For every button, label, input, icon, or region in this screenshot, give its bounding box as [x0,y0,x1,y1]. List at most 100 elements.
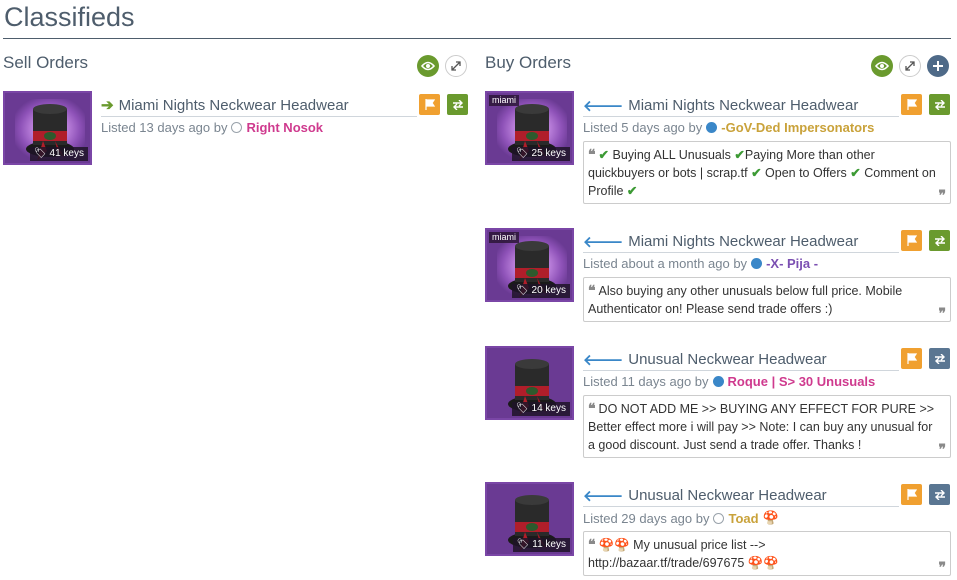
arrow-left-icon: 🡐 [583,352,624,369]
flag-icon [906,353,917,364]
flag-icon [424,99,435,110]
expand-icon [451,61,461,71]
toggle-visibility-buy-button[interactable] [871,55,893,77]
price-tag: 🏷 14 keys [511,402,570,416]
report-button[interactable] [901,94,922,115]
listing-message: ❝ Also buying any other unusuals below fu… [583,277,951,322]
online-status-icon [751,258,763,269]
quote-close-icon: ❞ [938,188,946,204]
listing-divider [583,252,899,253]
eye-icon [875,61,889,71]
add-buy-order-button[interactable] [927,55,949,77]
toggle-visibility-sell-button[interactable] [417,55,439,77]
online-status-icon [712,376,724,387]
trade-button[interactable] [929,484,950,505]
trade-button[interactable] [447,94,468,115]
arrow-left-icon: 🡐 [583,488,624,505]
quote-open-icon: ❝ [588,401,596,417]
listing-title[interactable]: 🡐 Miami Nights Neckwear Headwear [583,96,858,115]
effect-tag: miami [489,232,519,243]
listing-meta: Listed 29 days ago by Toad 🍄 [583,510,779,526]
user-link[interactable]: Toad [728,511,758,526]
check-icon: ✔ [751,166,762,180]
trade-button[interactable] [929,94,950,115]
listing-meta: Listed about a month ago by -X- Pija - [583,256,819,271]
item-thumbnail[interactable]: 🏷 11 keys [485,482,574,556]
listing-message: ❝ ✔ Buying ALL Unusuals ✔Paying More than… [583,141,951,204]
offline-status-icon [713,512,725,524]
exchange-icon [934,99,945,110]
item-thumbnail[interactable]: 🏷 14 keys [485,346,574,420]
trade-button[interactable] [929,230,950,251]
arrow-left-icon: 🡐 [583,234,624,251]
report-button[interactable] [901,230,922,251]
listing-title[interactable]: ➔ Miami Nights Neckwear Headwear [101,96,349,115]
flag-icon [906,99,917,110]
expand-icon [905,61,915,71]
tag-icon: 🏷 [515,148,529,159]
trade-button[interactable] [929,348,950,369]
exchange-icon [934,353,945,364]
check-icon: ✔ [850,166,861,180]
price-tag: 🏷 25 keys [511,147,570,161]
tag-icon: 🏷 [33,148,47,159]
listing-meta: Listed 5 days ago by -GoV-Ded Impersonat… [583,120,875,135]
plus-icon [933,61,943,71]
tag-icon: 🏷 [515,403,529,414]
user-link[interactable]: -GoV-Ded Impersonators [721,120,874,135]
item-thumbnail[interactable]: 🏷 41 keys [3,91,92,165]
exchange-icon [452,99,463,110]
buy-orders-title: Buy Orders [485,53,571,72]
quote-close-icon: ❞ [938,560,946,576]
listing-meta: Listed 11 days ago by Roque | S> 30 Unus… [583,374,876,389]
quote-open-icon: ❝ [588,147,596,163]
quote-close-icon: ❞ [938,306,946,322]
tag-icon: 🏷 [516,539,530,550]
listing-meta: Listed 13 days ago by Right Nosok [101,120,324,135]
check-icon: ✔ [734,148,745,162]
listing-divider [583,506,899,507]
tag-icon: 🏷 [515,285,529,296]
check-icon: ✔ [626,184,638,198]
item-thumbnail[interactable]: miami 🏷 25 keys [485,91,574,165]
flag-icon [906,235,917,246]
listing-message: ❝ DO NOT ADD ME >> BUYING ANY EFFECT FOR … [583,395,951,458]
exchange-icon [934,235,945,246]
user-link[interactable]: Roque | S> 30 Unusuals [728,374,876,389]
listing-divider [101,116,417,117]
item-thumbnail[interactable]: miami 🏷 20 keys [485,228,574,302]
listing-title[interactable]: 🡐 Unusual Neckwear Headwear [583,350,827,369]
mushroom-icon: 🍄 [762,510,779,525]
report-button[interactable] [901,484,922,505]
listing-divider [583,116,899,117]
page-title: Classifieds [4,2,135,32]
report-button[interactable] [901,348,922,369]
arrow-left-icon: 🡐 [583,98,624,115]
online-status-icon [706,122,718,133]
price-tag: 🏷 41 keys [29,147,88,161]
exchange-icon [934,489,945,500]
user-link[interactable]: Right Nosok [246,120,323,135]
flag-icon [906,489,917,500]
sell-orders-title: Sell Orders [3,53,89,72]
title-divider [3,38,951,39]
listing-message: ❝ 🍄🍄 My unusual price list --> http://baz… [583,531,951,576]
effect-tag: miami [489,95,519,106]
listing-title[interactable]: 🡐 Miami Nights Neckwear Headwear [583,232,858,251]
eye-icon [421,61,435,71]
quote-open-icon: ❝ [588,283,596,299]
mushroom-icon: 🍄🍄 [598,538,630,552]
quote-open-icon: ❝ [588,537,596,553]
listing-title[interactable]: 🡐 Unusual Neckwear Headwear [583,486,827,505]
check-icon: ✔ [598,148,610,162]
user-link[interactable]: -X- Pija - [766,256,818,271]
offline-status-icon [231,122,243,133]
expand-buy-button[interactable] [899,55,921,77]
price-tag: 🏷 20 keys [511,284,570,298]
expand-sell-button[interactable] [445,55,467,77]
mushroom-icon: 🍄🍄 [747,556,779,570]
arrow-right-icon: ➔ [101,97,114,114]
report-button[interactable] [419,94,440,115]
quote-close-icon: ❞ [938,442,946,458]
price-tag: 🏷 11 keys [512,538,570,552]
